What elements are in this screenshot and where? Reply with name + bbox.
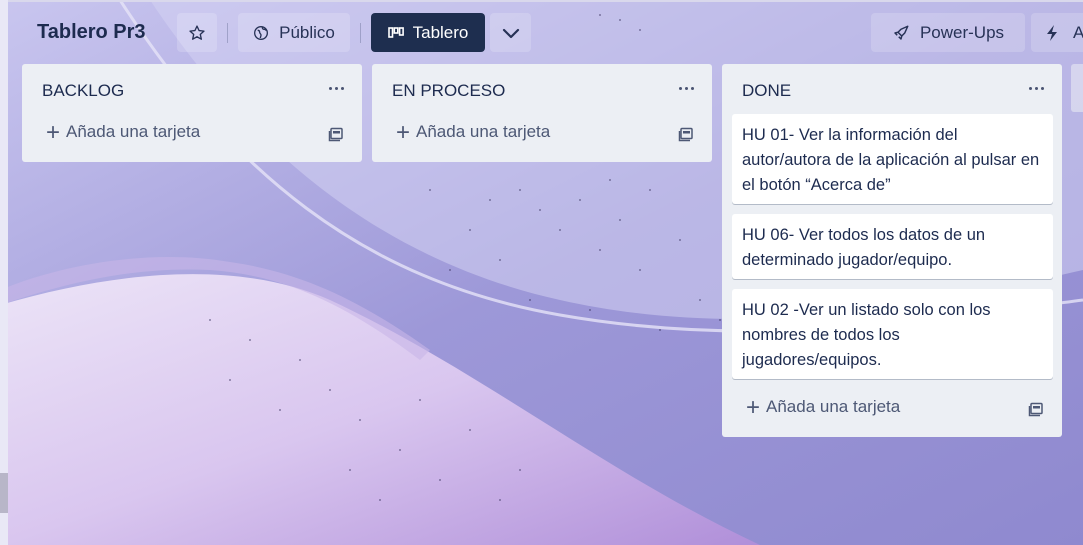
header-divider (360, 23, 361, 43)
star-button[interactable] (177, 13, 217, 52)
card[interactable]: HU 01- Ver la información del autor/auto… (732, 114, 1053, 204)
automation-label: A (1073, 22, 1083, 42)
visibility-label: Público (279, 22, 335, 42)
plus-icon: + (746, 393, 761, 421)
add-card-row: + Añada una tarjeta (22, 114, 362, 162)
board-view-button[interactable]: Tablero (371, 13, 485, 52)
add-card-button[interactable]: + Añada una tarjeta (46, 118, 201, 146)
add-card-label: Añada una tarjeta (416, 122, 551, 141)
card[interactable]: HU 06- Ver todos los datos de un determi… (732, 214, 1053, 279)
card[interactable]: HU 02 -Ver un listado solo con los nombr… (732, 289, 1053, 379)
list-backlog: BACKLOG + Añada una tarjeta (22, 64, 362, 162)
add-card-label: Añada una tarjeta (766, 397, 901, 416)
list-en-proceso: EN PROCESO + Añada una tarjeta (372, 64, 712, 162)
star-icon (189, 24, 205, 40)
list-title[interactable]: EN PROCESO (392, 81, 505, 101)
visibility-button[interactable]: Público (238, 13, 350, 52)
header-divider (227, 23, 228, 43)
card-template-icon[interactable] (678, 127, 694, 143)
card-list: HU 01- Ver la información del autor/auto… (722, 114, 1062, 379)
list-menu-button[interactable] (1024, 78, 1048, 98)
board-view-icon (387, 26, 404, 38)
card-template-icon[interactable] (1028, 402, 1044, 418)
list-done: DONE HU 01- Ver la información del autor… (722, 64, 1062, 437)
sidebar-edge (0, 0, 8, 545)
add-list-partial[interactable] (1071, 64, 1083, 112)
list-menu-button[interactable] (674, 78, 698, 98)
list-menu-button[interactable] (324, 78, 348, 98)
globe-icon (254, 25, 269, 40)
lightning-icon (1047, 24, 1057, 41)
rocket-icon (894, 25, 909, 40)
powerups-label: Power-Ups (919, 22, 1005, 42)
list-title[interactable]: BACKLOG (42, 81, 124, 101)
add-card-row: + Añada una tarjeta (372, 114, 712, 162)
chevron-down-icon (502, 28, 519, 38)
add-card-button[interactable]: + Añada una tarjeta (396, 118, 551, 146)
list-header: DONE (722, 64, 1062, 114)
list-header: EN PROCESO (372, 64, 712, 114)
powerups-button[interactable]: Power-Ups (871, 13, 1025, 52)
add-card-button[interactable]: + Añada una tarjeta (746, 393, 901, 421)
card-template-icon[interactable] (328, 127, 344, 143)
plus-icon: + (396, 118, 411, 146)
list-header: BACKLOG (22, 64, 362, 114)
board-view-label: Tablero (412, 22, 469, 42)
view-switcher-button[interactable] (490, 13, 531, 52)
add-card-label: Añada una tarjeta (66, 122, 201, 141)
plus-icon: + (46, 118, 61, 146)
list-title[interactable]: DONE (742, 81, 791, 101)
board-title[interactable]: Tablero Pr3 (37, 21, 146, 44)
add-card-row: + Añada una tarjeta (722, 389, 1062, 437)
board-header: Tablero Pr3 Público Tablero Power-Ups A (0, 0, 1083, 64)
automation-button[interactable]: A (1031, 13, 1083, 52)
sidebar-handle[interactable] (0, 473, 8, 513)
